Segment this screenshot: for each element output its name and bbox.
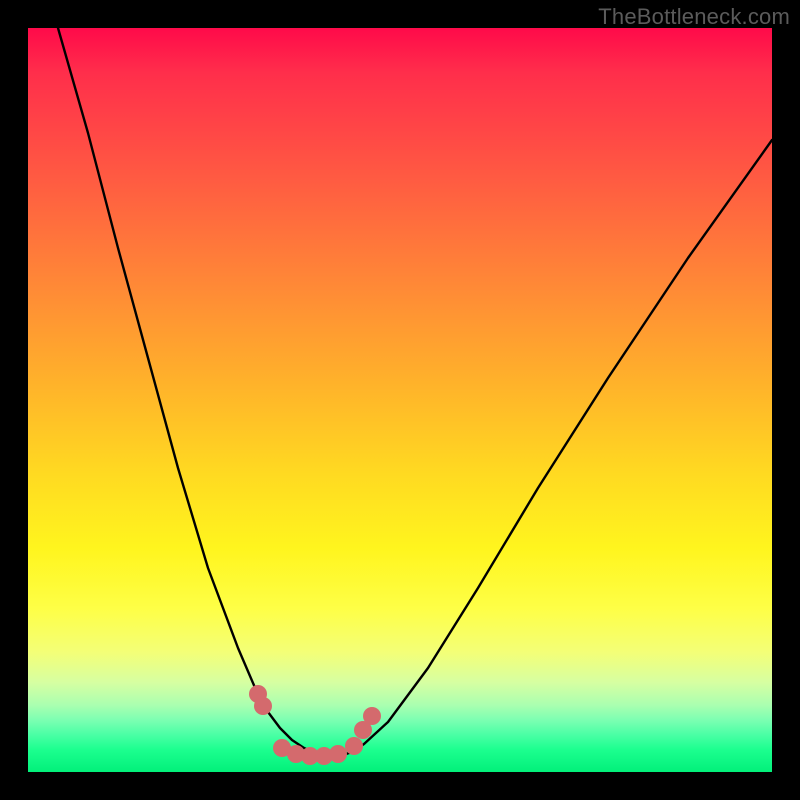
plot-area (28, 28, 772, 772)
watermark-text: TheBottleneck.com (598, 4, 790, 30)
chart-frame: TheBottleneck.com (0, 0, 800, 800)
gradient-background (28, 28, 772, 772)
